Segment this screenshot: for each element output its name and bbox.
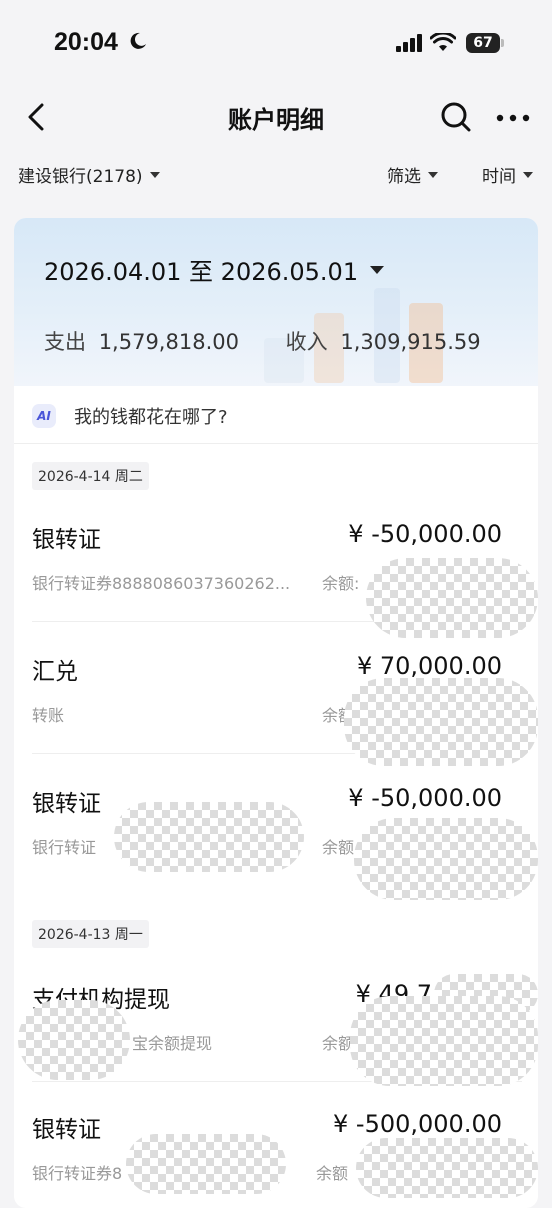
totals: 支出 1,579,818.00 收入 1,309,915.59	[44, 326, 481, 356]
sort-caret-icon	[523, 171, 533, 178]
filter-dropdown-label: 筛选	[387, 167, 421, 187]
ai-insight-text: 我的钱都花在哪了?	[74, 407, 228, 428]
ai-icon: AI	[32, 404, 56, 428]
privacy-blur	[344, 678, 538, 766]
chevron-down-icon	[370, 265, 385, 274]
summary-header: 2026.04.01 至 2026.05.01 支出 1,579,818.00 …	[14, 218, 538, 386]
date-header: 2026-4-14 周二	[32, 462, 149, 490]
statement-card: 2026.04.01 至 2026.05.01 支出 1,579,818.00 …	[14, 218, 538, 1208]
transaction-balance-label: 余额	[322, 838, 355, 857]
privacy-blur	[366, 558, 538, 638]
status-time: 20:04	[54, 28, 118, 56]
account-selector[interactable]: 建设银行(2178)	[18, 162, 160, 187]
date-header: 2026-4-13 周一	[32, 920, 149, 948]
privacy-blur	[18, 1000, 130, 1080]
transaction-description: 宝余额提现	[132, 1034, 213, 1053]
transaction-description: 银行转证券8	[32, 1164, 123, 1183]
sort-dropdown-label: 时间	[482, 167, 516, 187]
moon-icon	[130, 32, 146, 49]
transaction-title: 银转证	[32, 527, 101, 553]
more-options-icon[interactable]	[496, 114, 530, 122]
privacy-blur	[356, 1138, 538, 1198]
transaction-title: 汇兑	[32, 659, 78, 685]
nav-bar: 账户明细	[0, 90, 552, 144]
cellular-signal-icon	[396, 34, 422, 52]
transaction-amount: ¥ -50,000.00	[348, 520, 502, 548]
sort-dropdown[interactable]: 时间	[482, 162, 533, 187]
expense-label: 支出	[44, 330, 86, 354]
filter-bar: 建设银行(2178) 筛选 时间	[0, 158, 552, 192]
transaction-title: 银转证	[32, 1117, 101, 1143]
privacy-blur	[126, 1134, 286, 1194]
transaction-description: 银行转证券8888086037360262...	[32, 574, 291, 593]
date-range-selector[interactable]: 2026.04.01 至 2026.05.01	[44, 252, 385, 287]
transaction-balance-label: 余额	[316, 1164, 349, 1183]
transaction-description: 转账	[32, 706, 65, 725]
transaction-balance-label: 余额:	[322, 574, 360, 593]
search-icon[interactable]	[440, 101, 472, 133]
privacy-blur	[350, 996, 538, 1086]
income-label: 收入	[285, 330, 328, 354]
chevron-down-icon	[149, 171, 160, 178]
battery-icon: 67	[466, 33, 504, 53]
transaction-title: 银转证	[32, 791, 101, 817]
chevron-down-icon	[428, 171, 438, 178]
transaction-amount: ¥ -50,000.00	[348, 784, 502, 812]
wifi-icon	[430, 33, 456, 51]
ai-insight-row[interactable]: AI 我的钱都花在哪了?	[14, 386, 538, 444]
date-range-label: 2026.04.01 至 2026.05.01	[44, 258, 359, 286]
status-bar: 20:04 67	[0, 0, 552, 90]
transaction-description: 银行转证	[32, 838, 97, 857]
privacy-blur	[114, 802, 304, 872]
account-selector-label: 建设银行(2178)	[18, 167, 143, 187]
privacy-blur	[354, 818, 538, 900]
filter-dropdown[interactable]: 筛选	[387, 162, 438, 187]
income-value: 1,309,915.59	[340, 330, 481, 354]
transaction-amount: ¥ 70,000.00	[356, 652, 502, 680]
expense-value: 1,579,818.00	[98, 330, 239, 354]
transaction-amount: ¥ -500,000.00	[333, 1110, 502, 1138]
